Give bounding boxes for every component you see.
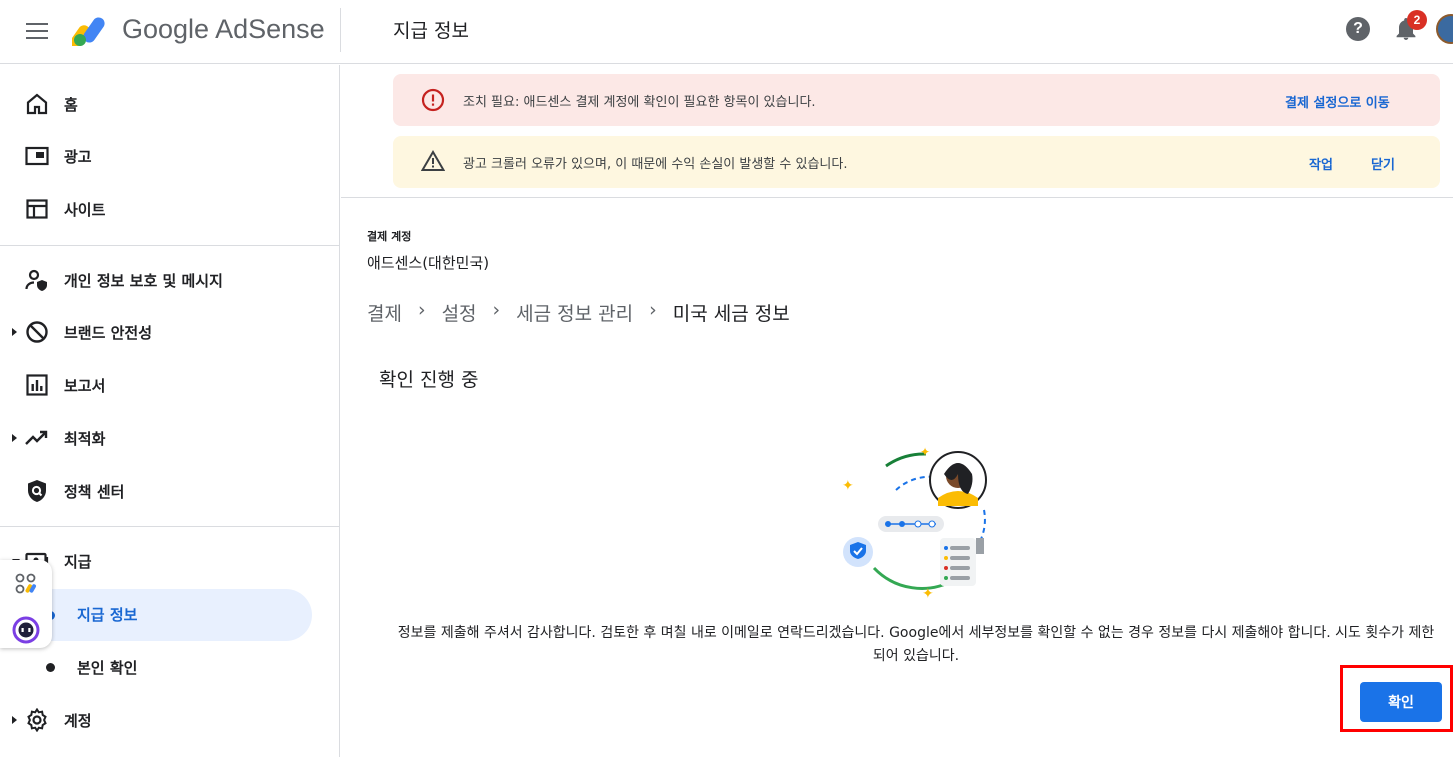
sidebar-divider — [0, 526, 340, 527]
sidebar-item-account[interactable]: 계정 — [0, 694, 340, 746]
adsense-logo — [72, 17, 105, 46]
verification-in-progress-illustration: ✦ ✦ ✦ — [842, 445, 987, 600]
error-alert-banner: 조치 필요: 애드센스 결제 계정에 확인이 필요한 항목이 있습니다. 결제 … — [393, 74, 1440, 126]
warning-icon — [421, 150, 445, 171]
sites-icon — [24, 196, 50, 222]
payment-account-name: 애드센스(대한민국) — [367, 254, 490, 272]
sidebar-item-label: 개인 정보 보호 및 메시지 — [64, 271, 223, 290]
sidebar-item-privacy[interactable]: 개인 정보 보호 및 메시지 — [0, 254, 340, 306]
sidebar: 홈 광고 사이트 개인 정보 보호 및 메시지 브랜드 안전성 보고서 최적화 … — [0, 65, 340, 757]
assistant-bot-icon[interactable] — [12, 616, 40, 644]
sidebar-item-label: 브랜드 안전성 — [64, 323, 153, 342]
sidebar-item-label: 보고서 — [64, 376, 106, 395]
sidebar-subitem-label: 지급 정보 — [77, 606, 138, 624]
action-link[interactable]: 작업 — [1309, 154, 1333, 173]
svg-text:✦: ✦ — [842, 478, 854, 494]
sidebar-item-label: 광고 — [64, 147, 92, 166]
sidebar-item-sites[interactable]: 사이트 — [0, 183, 340, 235]
page-title: 지급 정보 — [393, 20, 469, 42]
trending-up-icon — [24, 425, 50, 451]
sidebar-item-ads[interactable]: 광고 — [0, 130, 340, 182]
home-icon — [24, 91, 50, 117]
sidebar-divider — [0, 245, 340, 246]
expand-caret-icon[interactable] — [12, 328, 17, 336]
floating-assistant-widget — [0, 560, 52, 648]
apps-icon[interactable] — [14, 572, 38, 596]
help-icon[interactable]: ? — [1346, 17, 1370, 41]
section-title: 확인 진행 중 — [379, 369, 479, 391]
svg-text:✦: ✦ — [922, 586, 934, 600]
payment-account-label: 결제 계정 — [367, 230, 412, 243]
sidebar-item-label: 홈 — [64, 95, 78, 114]
alert-message: 광고 크롤러 오류가 있으며, 이 때문에 수익 손실이 발생할 수 있습니다. — [463, 157, 848, 172]
go-to-payment-settings-link[interactable]: 결제 설정으로 이동 — [1285, 92, 1390, 111]
reports-icon — [24, 372, 50, 398]
expand-caret-icon[interactable] — [12, 434, 17, 442]
warning-alert-banner: 광고 크롤러 오류가 있으며, 이 때문에 수익 손실이 발생할 수 있습니다.… — [393, 136, 1440, 188]
top-app-bar: Google AdSense 지급 정보 ? 2 — [0, 0, 1453, 64]
breadcrumb-item[interactable]: 결제 — [367, 299, 402, 326]
sidebar-item-policy-center[interactable]: 정책 센터 — [0, 465, 340, 517]
alert-message: 조치 필요: 애드센스 결제 계정에 확인이 필요한 항목이 있습니다. — [463, 95, 816, 110]
sidebar-item-label: 계정 — [64, 711, 92, 730]
breadcrumb-item[interactable]: 설정 — [442, 299, 477, 326]
privacy-icon — [24, 267, 50, 293]
error-icon — [421, 88, 445, 112]
sidebar-subitem-identity-verification[interactable]: 본인 확인 — [0, 641, 340, 693]
submission-message: 정보를 제출해 주셔서 감사합니다. 검토한 후 며칠 내로 이메일로 연락드리… — [397, 625, 1435, 664]
sidebar-item-label: 사이트 — [64, 200, 106, 219]
highlight-box — [1340, 665, 1453, 732]
sidebar-subitem-label: 본인 확인 — [77, 658, 138, 677]
sidebar-item-label: 최적화 — [64, 429, 106, 448]
sidebar-item-home[interactable]: 홈 — [0, 78, 340, 130]
breadcrumb-current: 미국 세금 정보 — [672, 303, 790, 325]
breadcrumb-item[interactable]: 세금 정보 관리 — [516, 299, 633, 326]
avatar[interactable] — [1436, 14, 1453, 44]
ads-icon — [24, 143, 50, 169]
notification-badge: 2 — [1407, 10, 1427, 30]
header-divider — [340, 8, 341, 52]
menu-icon[interactable] — [26, 20, 48, 39]
policy-icon — [24, 478, 50, 504]
sidebar-item-label: 정책 센터 — [64, 482, 125, 501]
breadcrumb: 결제 › 설정 › 세금 정보 관리 › 미국 세금 정보 — [367, 299, 790, 326]
sidebar-item-label: 지급 — [64, 552, 92, 571]
dismiss-link[interactable]: 닫기 — [1371, 154, 1395, 173]
block-icon — [24, 319, 50, 345]
brand-name: Google AdSense — [122, 14, 325, 44]
chevron-right-icon: › — [417, 299, 426, 321]
main-content: 조치 필요: 애드센스 결제 계정에 확인이 필요한 항목이 있습니다. 결제 … — [341, 65, 1453, 757]
sidebar-item-optimization[interactable]: 최적화 — [0, 412, 340, 464]
sidebar-item-brand-safety[interactable]: 브랜드 안전성 — [0, 306, 340, 358]
bullet-dot-icon — [46, 663, 55, 672]
content-divider — [341, 197, 1453, 198]
sidebar-item-reports[interactable]: 보고서 — [0, 359, 340, 411]
chevron-right-icon: › — [649, 299, 657, 321]
svg-text:✦: ✦ — [920, 445, 930, 459]
chevron-right-icon: › — [492, 299, 501, 321]
gear-icon — [24, 707, 50, 733]
expand-caret-icon[interactable] — [12, 716, 17, 724]
